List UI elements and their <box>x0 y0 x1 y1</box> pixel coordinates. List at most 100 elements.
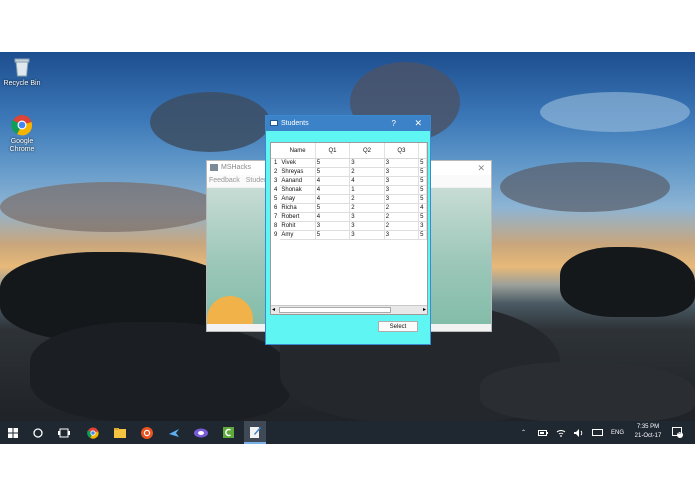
cloud <box>0 182 220 232</box>
help-button[interactable]: ? <box>392 116 396 131</box>
horizontal-scrollbar[interactable]: ◂ ▸ <box>271 305 427 314</box>
cell-q2[interactable]: 2 <box>349 167 385 177</box>
taskbar-chrome[interactable] <box>82 421 104 444</box>
cell-q4[interactable]: 3 <box>418 221 427 231</box>
taskbar-clock[interactable]: 7:35 PM 21-Oct-17 <box>628 423 668 441</box>
desktop-icon-recycle-bin[interactable]: Recycle Bin <box>0 56 44 88</box>
table-row[interactable]: 6 Richa 5 2 2 4 <box>271 203 427 213</box>
cell-name[interactable]: Shreyas <box>280 167 316 177</box>
cell-q4[interactable]: 5 <box>418 176 427 186</box>
cell-q3[interactable]: 3 <box>384 176 420 186</box>
cell-q2[interactable]: 4 <box>349 176 385 186</box>
search-button[interactable] <box>27 421 49 444</box>
volume-control[interactable] <box>574 421 584 444</box>
cell-q1[interactable]: 3 <box>315 221 351 231</box>
cell-name[interactable]: Richa <box>280 203 316 213</box>
taskbar-file-explorer[interactable] <box>109 421 131 444</box>
cell-q2[interactable]: 2 <box>349 194 385 204</box>
cell-q1[interactable]: 5 <box>315 167 351 177</box>
show-hidden-icons-button[interactable]: ⌃ <box>521 421 526 444</box>
cell-q3[interactable]: 2 <box>384 221 420 231</box>
cell-q4[interactable]: 4 <box>418 203 427 213</box>
column-header-q2[interactable]: Q2 <box>349 143 385 159</box>
cell-name[interactable]: Shonak <box>280 185 316 195</box>
task-view-button[interactable] <box>53 421 75 444</box>
students-dialog[interactable]: Students ? ✕ Name Q1 Q2 Q3 1 Vivek 5 3 3 5 2 Sh… <box>265 115 431 345</box>
students-table[interactable]: Name Q1 Q2 Q3 1 Vivek 5 3 3 5 2 Shreyas 5 2 3 5 3 Aan… <box>270 142 428 315</box>
cell-q4[interactable]: 5 <box>418 158 427 168</box>
start-button[interactable] <box>2 421 24 444</box>
cell-q4[interactable]: 5 <box>418 185 427 195</box>
table-row[interactable]: 9 Amy 5 3 3 5 <box>271 230 427 240</box>
cell-q4[interactable]: 5 <box>418 194 427 204</box>
table-row[interactable]: 1 Vivek 5 3 3 5 <box>271 158 427 168</box>
column-header-q3[interactable]: Q3 <box>384 143 420 159</box>
column-header-q4[interactable] <box>418 143 427 159</box>
column-header-q1[interactable]: Q1 <box>315 143 351 159</box>
taskbar-media-app[interactable] <box>190 421 212 444</box>
cell-q3[interactable]: 2 <box>384 203 420 213</box>
clock-date: 21-Oct-17 <box>634 433 662 439</box>
task-view-icon <box>58 428 70 437</box>
desktop-icon-chrome[interactable]: Google Chrome <box>0 114 44 154</box>
cell-q2[interactable]: 3 <box>349 212 385 222</box>
cell-q2[interactable]: 3 <box>349 230 385 240</box>
cell-q3[interactable]: 3 <box>384 167 420 177</box>
table-row[interactable]: 5 Anay 4 2 3 5 <box>271 194 427 204</box>
cell-q1[interactable]: 4 <box>315 212 351 222</box>
cell-q2[interactable]: 1 <box>349 185 385 195</box>
cell-name[interactable]: Aanand <box>280 176 316 186</box>
cell-name[interactable]: Vivek <box>280 158 316 168</box>
wifi-icon <box>556 429 566 437</box>
window-icon <box>270 120 278 126</box>
language-indicator[interactable]: ENG <box>611 421 624 444</box>
table-row[interactable]: 2 Shreyas 5 2 3 5 <box>271 167 427 177</box>
cell-q4[interactable]: 5 <box>418 230 427 240</box>
cell-q2[interactable]: 3 <box>349 221 385 231</box>
table-header-row: Name Q1 Q2 Q3 <box>271 143 427 159</box>
cell-q2[interactable]: 2 <box>349 203 385 213</box>
taskbar-airplane-app[interactable] <box>163 421 185 444</box>
taskbar-ubuntu[interactable] <box>136 421 158 444</box>
table-row[interactable]: 3 Aanand 4 4 3 5 <box>271 176 427 186</box>
cell-name[interactable]: Rohit <box>280 221 316 231</box>
menu-item-feedback[interactable]: Feedback <box>209 177 240 184</box>
taskbar-notepad-app[interactable] <box>244 421 266 444</box>
scroll-right-icon[interactable]: ▸ <box>423 306 426 314</box>
taskbar-camtasia[interactable] <box>217 421 239 444</box>
keyboard-touch-button[interactable] <box>592 421 603 444</box>
cell-q3[interactable]: 3 <box>384 158 420 168</box>
close-icon[interactable]: ✕ <box>477 161 485 175</box>
cell-q1[interactable]: 4 <box>315 194 351 204</box>
close-button[interactable]: ✕ <box>414 116 422 131</box>
cell-q1[interactable]: 4 <box>315 185 351 195</box>
cell-q1[interactable]: 5 <box>315 203 351 213</box>
battery-status[interactable] <box>538 421 548 444</box>
cell-q2[interactable]: 3 <box>349 158 385 168</box>
table-row[interactable]: 4 Shonak 4 1 3 5 <box>271 185 427 195</box>
cell-q3[interactable]: 3 <box>384 185 420 195</box>
scroll-left-icon[interactable]: ◂ <box>272 306 275 314</box>
cell-name[interactable]: Anay <box>280 194 316 204</box>
cell-q1[interactable]: 4 <box>315 176 351 186</box>
cell-name[interactable]: Amy <box>280 230 316 240</box>
cell-q1[interactable]: 5 <box>315 158 351 168</box>
select-button[interactable]: Select <box>378 321 418 332</box>
cell-q1[interactable]: 5 <box>315 230 351 240</box>
cell-q3[interactable]: 3 <box>384 194 420 204</box>
wifi-status[interactable] <box>556 421 566 444</box>
cell-q4[interactable]: 5 <box>418 167 427 177</box>
column-header-name[interactable]: Name <box>280 143 316 159</box>
scroll-thumb[interactable] <box>279 307 391 313</box>
action-center-button[interactable]: 6 <box>672 421 683 444</box>
dialog-title-bar[interactable]: Students ? ✕ <box>266 116 430 131</box>
cell-name[interactable]: Robert <box>280 212 316 222</box>
table-row[interactable]: 8 Rohit 3 3 2 3 <box>271 221 427 231</box>
cell-q3[interactable]: 2 <box>384 212 420 222</box>
row-number-header <box>271 143 281 159</box>
cell-q3[interactable]: 3 <box>384 230 420 240</box>
speaker-icon <box>574 428 583 437</box>
table-row[interactable]: 7 Robert 4 3 2 5 <box>271 212 427 222</box>
cell-q4[interactable]: 5 <box>418 212 427 222</box>
file-explorer-icon <box>114 427 126 438</box>
